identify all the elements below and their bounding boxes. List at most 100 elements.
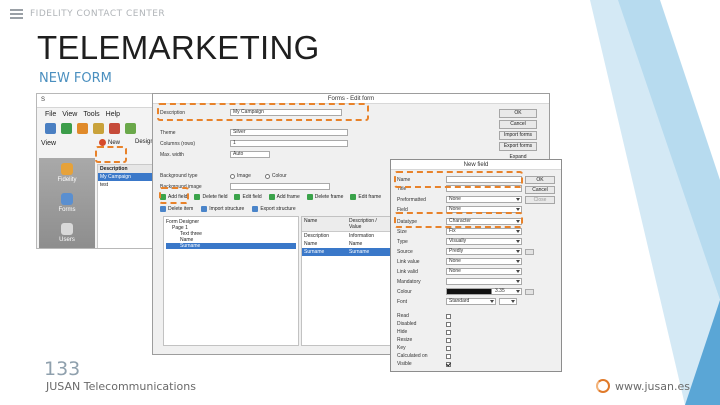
page-title: TELEMARKETING bbox=[37, 29, 320, 66]
edit-frame-button[interactable]: Edit frame bbox=[350, 194, 381, 200]
nf-colour-picker-button[interactable] bbox=[525, 288, 534, 295]
grid-header-name: Name bbox=[304, 218, 318, 224]
nf-source-select[interactable]: Predly bbox=[446, 248, 522, 255]
menu-view[interactable]: View bbox=[62, 111, 77, 118]
nf-source-browse-button[interactable] bbox=[525, 248, 534, 255]
new-form-button[interactable]: New bbox=[99, 139, 120, 146]
nf-row-link-valid: Link valid None bbox=[397, 268, 522, 275]
ok-button[interactable]: OK bbox=[499, 109, 537, 118]
nf-link-valid-label: Link valid bbox=[397, 268, 418, 275]
key-icon[interactable] bbox=[93, 123, 104, 134]
users-sidebar-icon bbox=[61, 223, 73, 235]
table-row[interactable]: Surname Surname bbox=[302, 248, 392, 256]
nf-calculated-checkbox[interactable] bbox=[446, 353, 451, 359]
main-app-window: S File View Tools Help View New Design F… bbox=[36, 93, 154, 249]
design-button[interactable]: Design bbox=[135, 139, 153, 145]
nf-font-size-select[interactable] bbox=[499, 298, 517, 305]
nf-row-size: Size Fix bbox=[397, 228, 522, 235]
nf-colour-label: Colour bbox=[397, 288, 412, 295]
nf-mandatory-label: Mandatory bbox=[397, 278, 421, 285]
nf-key-checkbox[interactable] bbox=[446, 345, 451, 351]
nf-hide-checkbox[interactable] bbox=[446, 329, 451, 335]
menu-help[interactable]: Help bbox=[106, 111, 120, 118]
nf-colour-select[interactable]: 3.35 bbox=[446, 288, 522, 295]
add-frame-button[interactable]: Add frame bbox=[268, 194, 300, 200]
sidebar-item-fidelity[interactable]: Fidelity bbox=[39, 158, 95, 188]
nf-visible-checkbox[interactable] bbox=[446, 361, 451, 367]
menu-bar: File View Tools Help bbox=[37, 108, 153, 121]
background-colour-radio[interactable]: Colour bbox=[264, 173, 287, 179]
nf-cancel-button[interactable]: Cancel bbox=[525, 186, 555, 194]
theme-select[interactable]: Silver bbox=[230, 129, 348, 136]
import-forms-button[interactable]: Import forms bbox=[499, 131, 537, 140]
nf-check-hide: Hide bbox=[397, 329, 451, 335]
nf-visible-label: Visible bbox=[397, 361, 412, 367]
nf-row-preformatted: Preformatted None bbox=[397, 196, 522, 203]
delete-field-button[interactable]: Delete field bbox=[194, 194, 227, 200]
background-image-radio[interactable]: Image bbox=[230, 173, 251, 179]
grid-cell: Surname bbox=[304, 249, 325, 255]
list-item[interactable]: test bbox=[98, 181, 152, 189]
export-forms-button[interactable]: Export forms bbox=[499, 142, 537, 151]
import-icon bbox=[201, 206, 208, 212]
stop-icon[interactable] bbox=[109, 123, 120, 134]
nf-ok-button[interactable]: OK bbox=[525, 176, 555, 184]
tree-node[interactable]: Surname bbox=[166, 243, 296, 249]
grid-header-value: Description / Value bbox=[349, 218, 377, 230]
nf-link-value-select[interactable]: None bbox=[446, 258, 522, 265]
nf-link-valid-select[interactable]: None bbox=[446, 268, 522, 275]
columns-input[interactable]: 1 bbox=[230, 140, 348, 147]
users-icon[interactable] bbox=[45, 123, 56, 134]
highlight-datatype-field bbox=[394, 212, 523, 228]
hamburger-icon[interactable] bbox=[10, 9, 23, 19]
nf-font-select[interactable]: Standard bbox=[446, 298, 496, 305]
background-image-input[interactable] bbox=[230, 183, 330, 190]
menu-file[interactable]: File bbox=[45, 111, 56, 118]
grid-cell: Name bbox=[304, 241, 318, 247]
nf-close-button[interactable]: Close bbox=[525, 196, 555, 204]
table-row[interactable]: Description Information bbox=[302, 232, 392, 240]
jusan-logo-icon bbox=[596, 379, 610, 393]
highlight-name-field bbox=[394, 171, 523, 188]
nf-colour-value: 3.35 bbox=[495, 288, 505, 294]
nf-disabled-checkbox[interactable] bbox=[446, 321, 451, 327]
edit-field-button[interactable]: Edit field bbox=[234, 194, 262, 200]
nf-row-colour: Colour 3.35 bbox=[397, 288, 534, 295]
table-row[interactable]: Name Name bbox=[302, 240, 392, 248]
highlight-new-button bbox=[95, 146, 127, 163]
list-item[interactable]: My Campaign bbox=[98, 173, 152, 181]
nf-read-checkbox[interactable] bbox=[446, 313, 451, 319]
grid-cell: Name bbox=[349, 241, 363, 247]
nf-type-select[interactable]: Visually bbox=[446, 238, 522, 245]
columns-label: Columns (rows) bbox=[160, 140, 196, 147]
nf-preformatted-select[interactable]: None bbox=[446, 196, 522, 203]
sidebar-item-forms[interactable]: Forms bbox=[39, 188, 95, 218]
nf-disabled-label: Disabled bbox=[397, 321, 417, 327]
website-link[interactable]: www.jusan.es bbox=[596, 379, 690, 393]
import-structure-button[interactable]: Import structure bbox=[201, 206, 244, 212]
nf-row-link-value: Link value None bbox=[397, 258, 522, 265]
nf-mandatory-select[interactable] bbox=[446, 278, 522, 285]
refresh-icon[interactable] bbox=[61, 123, 72, 134]
nf-resize-label: Resize bbox=[397, 337, 413, 343]
delete-frame-button[interactable]: Delete frame bbox=[306, 194, 343, 200]
nf-resize-checkbox[interactable] bbox=[446, 337, 451, 343]
forms-list: Description My Campaign test bbox=[97, 164, 153, 248]
new-field-window: New field Name Title Preformatted None F… bbox=[390, 159, 562, 372]
nf-row-source: Source Predly bbox=[397, 248, 534, 255]
cancel-button[interactable]: Cancel bbox=[499, 120, 537, 129]
sidebar-label-fidelity: Fidelity bbox=[57, 177, 77, 183]
nf-size-select[interactable]: Fix bbox=[446, 228, 522, 235]
export-structure-button[interactable]: Export structure bbox=[252, 206, 296, 212]
delete-frame-icon bbox=[306, 194, 313, 200]
max-width-input[interactable]: Auto bbox=[230, 151, 270, 158]
tools-icon[interactable] bbox=[77, 123, 88, 134]
menu-tools[interactable]: Tools bbox=[83, 111, 99, 118]
nf-size-label: Size bbox=[397, 228, 407, 235]
delete-item-button[interactable]: Delete item bbox=[160, 206, 193, 212]
clock-icon[interactable] bbox=[125, 123, 136, 134]
decorative-shapes bbox=[590, 0, 720, 405]
sidebar-item-users[interactable]: Users bbox=[39, 218, 95, 248]
nf-preformatted-label: Preformatted bbox=[397, 196, 426, 203]
view-label: View bbox=[41, 140, 57, 147]
